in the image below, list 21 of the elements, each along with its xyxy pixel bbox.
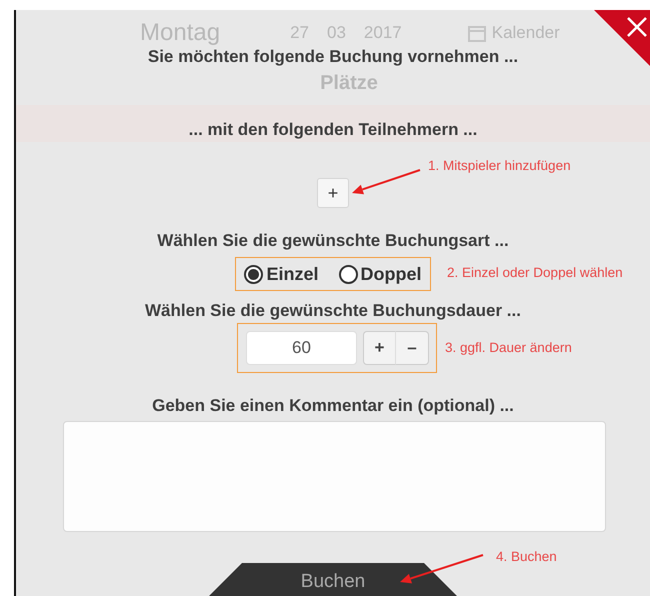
annotation-text: 1. Mitspieler hinzufügen (428, 158, 571, 173)
close-button[interactable] (594, 10, 650, 66)
dialog-title: Sie möchten folgende Buchung vornehmen ... (148, 46, 518, 68)
close-icon (594, 10, 650, 66)
comment-heading: Geben Sie einen Kommentar ein (optional) ... (152, 395, 514, 417)
radio-option[interactable]: Einzel (244, 264, 318, 284)
type-heading: Wählen Sie die gewünschte Buchungsart ... (157, 230, 509, 252)
decrease-button[interactable]: – (396, 331, 429, 365)
comment-field[interactable] (62, 421, 606, 532)
increase-button[interactable]: + (363, 331, 396, 365)
annotation-text: 3. ggfl. Dauer ändern (445, 340, 572, 355)
annotation-text: 4. Buchen (496, 549, 557, 564)
duration-heading: Wählen Sie die gewünschte Buchungsdauer ... (145, 300, 521, 322)
add-player-button[interactable]: + (317, 178, 349, 208)
calendar-icon (468, 24, 486, 42)
radio-option[interactable]: Doppel (338, 264, 422, 284)
duration-field[interactable]: 60 (246, 331, 357, 365)
participants-heading: ... mit den folgenden Teilnehmern ... (188, 119, 478, 141)
arrow (352, 169, 420, 194)
book-button[interactable]: Buchen (208, 563, 458, 596)
annotation-text: 2. Einzel oder Doppel wählen (447, 265, 623, 280)
